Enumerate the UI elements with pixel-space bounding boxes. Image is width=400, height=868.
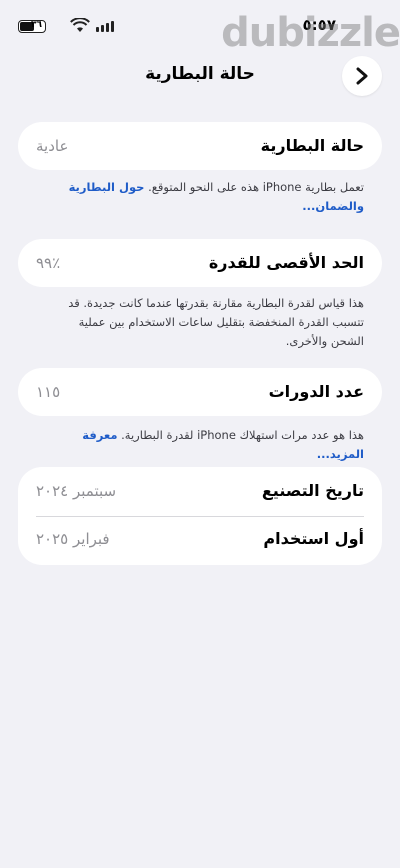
battery-health-note-text: تعمل بطارية iPhone هذه على النحو المتوقع… [148,180,364,194]
first-use-value: فبراير ٢٠٢٥ [36,529,110,548]
battery-icon: ٣٦ [18,20,46,33]
manufacture-date-label: تاريخ التصنيع [261,481,364,500]
manufacture-date-value: سبتمبر ٢٠٢٤ [36,481,117,500]
first-use-row: أول استخدام فبراير ٢٠٢٥ [36,529,364,548]
cycle-count-note: هذا هو عدد مرات استهلاك iPhone لقدرة الب… [34,426,364,464]
max-capacity-note-line: هذا قياس لقدرة البطارية مقارنة بقدرتها ع… [68,296,364,310]
max-capacity-note: هذا قياس لقدرة البطارية مقارنة بقدرتها ع… [34,294,364,351]
battery-health-note: تعمل بطارية iPhone هذه على النحو المتوقع… [34,178,364,216]
about-battery-link[interactable]: حول البطارية [69,180,145,194]
cellular-signal-icon [96,21,114,32]
cycle-count-card: عدد الدورات ١١٥ [18,368,382,416]
max-capacity-note-line: تتسبب القدرة المنخفضة بتقليل ساعات الاست… [78,315,364,329]
cycle-count-value: ١١٥ [36,382,61,401]
dubizzle-watermark: dubizzle [221,10,400,56]
wifi-icon [70,18,90,32]
battery-health-label: حالة البطارية [260,136,364,155]
max-capacity-note-line: الشحن والأخرى. [285,334,364,348]
battery-level: ٣٦ [31,20,42,30]
cycle-count-label: عدد الدورات [268,382,364,401]
battery-health-card[interactable]: حالة البطارية عادية [18,122,382,170]
battery-health-value: عادية [36,136,69,155]
first-use-label: أول استخدام [263,529,364,548]
page-title: حالة البطارية [145,64,255,84]
back-button[interactable] [342,56,382,96]
manufacture-date-row: تاريخ التصنيع سبتمبر ٢٠٢٤ [36,481,364,500]
dates-card: تاريخ التصنيع سبتمبر ٢٠٢٤ أول استخدام فب… [18,467,382,565]
max-capacity-label: الحد الأقصى للقدرة [208,253,364,272]
chevron-right-icon [356,67,368,85]
max-capacity-value: ٪٩٩ [36,253,61,272]
divider [36,516,364,517]
warranty-link[interactable]: والضمان... [302,199,364,213]
max-capacity-card: الحد الأقصى للقدرة ٪٩٩ [18,239,382,287]
cycle-count-note-text: هذا هو عدد مرات استهلاك iPhone لقدرة الب… [121,428,364,442]
